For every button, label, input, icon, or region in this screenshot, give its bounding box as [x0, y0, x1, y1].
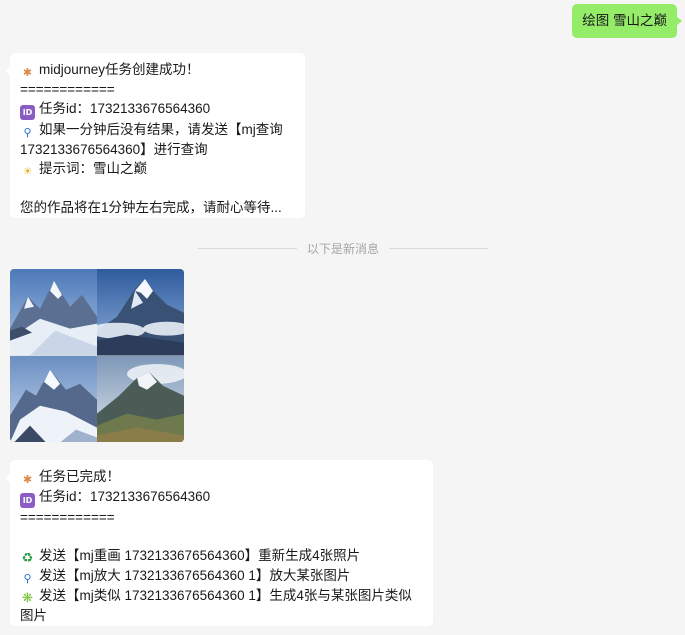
recycle-icon: ♻: [21, 551, 34, 566]
message-line: ☀ 提示词：雪山之巅: [20, 159, 295, 179]
id-icon: ID: [20, 493, 35, 508]
snow-mountain-image-1[interactable]: [10, 269, 97, 356]
party-popper-icon: ✱: [22, 66, 33, 79]
task-done-message-bubble[interactable]: ✱ 任务已完成！ ID 任务id：1732133676564360 ========…: [5, 460, 433, 626]
message-line: 您的作品将在1分钟左右完成，请耐心等待...: [20, 200, 282, 215]
message-line-blank: [20, 527, 423, 546]
message-line: ============: [20, 82, 115, 97]
divider-text: 以下是新消息: [307, 241, 380, 256]
new-messages-divider: 以下是新消息: [198, 238, 489, 258]
message-line: ⚲ 如果一分钟后没有结果，请发送【mj查询1732133676564360】进行查…: [20, 122, 283, 157]
divider-rule: [389, 247, 489, 249]
light-bulb-icon: ☀: [22, 165, 33, 178]
party-popper-icon: ✱: [22, 473, 33, 486]
magnifier-icon: ⚲: [23, 572, 32, 585]
snow-mountain-image-2[interactable]: [97, 269, 184, 356]
message-line: ID 任务id：1732133676564360: [20, 487, 423, 508]
task-created-message-bubble[interactable]: ✱ midjourney任务创建成功！ ============ ID 任务id：1…: [5, 53, 305, 218]
message-line: ✱ midjourney任务创建成功！: [20, 60, 295, 80]
message-line-blank: [20, 179, 295, 198]
id-icon: ID: [20, 105, 35, 120]
sent-message-bubble[interactable]: 绘图 雪山之巅: [572, 4, 682, 38]
message-line: ID 任务id：1732133676564360: [20, 99, 295, 120]
message-line: ============: [20, 510, 115, 525]
message-line: ⚲ 发送【mj放大 1732133676564360 1】放大某张图片: [20, 566, 423, 586]
generated-image-grid[interactable]: [10, 269, 184, 442]
message-line: ❋ 发送【mj类似 1732133676564360 1】生成4张与某张图片类似图…: [20, 588, 412, 623]
message-line: ✱ 任务已完成！: [20, 467, 423, 487]
divider-rule: [198, 247, 297, 249]
snow-mountain-image-3[interactable]: [10, 355, 97, 442]
magnifier-icon: ⚲: [23, 126, 32, 139]
message-line: ♻ 发送【mj重画 1732133676564360】重新生成4张照片: [21, 548, 361, 566]
sent-message-text: 绘图 雪山之巅: [582, 13, 667, 28]
snow-mountain-image-4[interactable]: [97, 355, 184, 442]
puzzle-icon: ❋: [22, 591, 33, 606]
